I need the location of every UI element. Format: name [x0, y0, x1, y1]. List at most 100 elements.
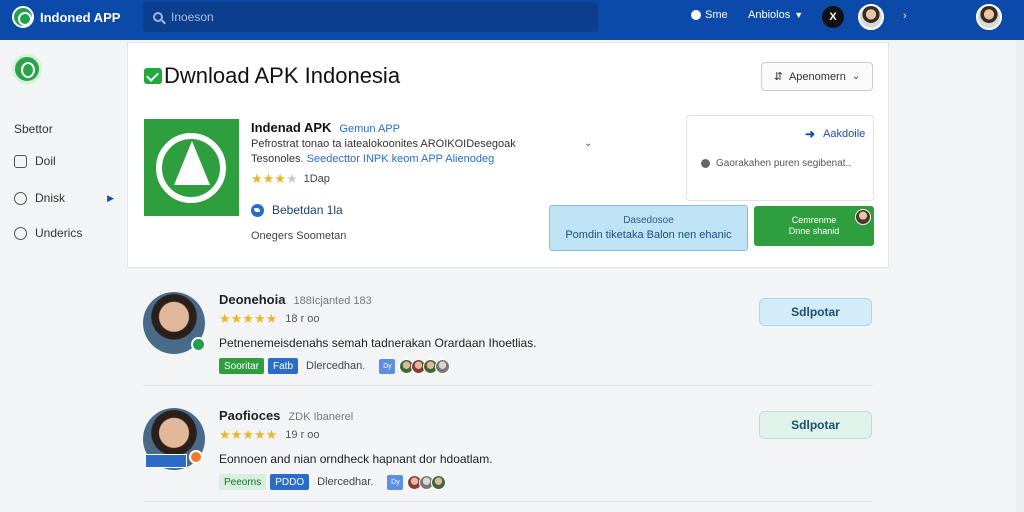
review-header: Deonehoia 188Icjanted 183 [219, 292, 372, 307]
review-tag[interactable]: Peeorns [219, 474, 267, 490]
avatar [431, 474, 447, 490]
sidebar-item-label: Dnisk [35, 191, 66, 205]
star-rating: ★★★★★ [219, 427, 278, 442]
search-icon [153, 12, 163, 22]
review-header: Paofioces ZDK Ibanerel [219, 408, 353, 423]
app-rating: ★★★★ 1Dap [251, 171, 330, 187]
avatar [855, 209, 871, 225]
primary-download-button[interactable]: Dasedosoe Pomdin tiketaka Balon nen ehan… [549, 205, 748, 251]
review-tag[interactable]: Sooritar [219, 358, 265, 374]
review-tag[interactable]: PDDO [270, 474, 310, 490]
sidebar-item-underics[interactable]: Underics [14, 224, 118, 242]
sliders-icon: ⇵ [773, 71, 783, 83]
sidebar-item-label: Doil [35, 154, 56, 168]
review-tag-text: Dlercedhan. [306, 360, 366, 372]
rating-text: 1Dap [303, 173, 330, 185]
caret-right-icon: ▶ [107, 192, 114, 203]
app-sub-prefix: Tesonoles. [251, 153, 304, 165]
x-social-button[interactable]: X [822, 6, 844, 28]
review-action-button[interactable]: Sdlpotar [759, 411, 872, 439]
app-tag[interactable]: Gemun APP [339, 123, 400, 135]
cta-line-2: Dnne shanid [788, 226, 840, 236]
app-header-card: Dwnload APK Indonesia ⇵ Apenomern ⌄ Inde… [127, 42, 889, 268]
sidebar-item-label: Underics [35, 226, 83, 240]
topbar-item-menu[interactable]: Anbiolos ▼ [748, 9, 803, 21]
badge: Dy [387, 474, 404, 490]
topbar-item-label: Anbiolos [748, 9, 791, 21]
app-title-row: Indenad APK Gemun APP [251, 120, 400, 135]
globe-icon [691, 10, 701, 20]
rating-text: 19 r oo [285, 429, 320, 441]
verified-icon [191, 337, 206, 352]
sort-label: Apenomern [788, 70, 846, 83]
topbar-item-sme[interactable]: Sme [691, 9, 728, 21]
app-icon[interactable] [144, 119, 239, 216]
scrollbar[interactable] [1016, 40, 1024, 512]
page-title: Dwnload APK Indonesia [144, 63, 400, 89]
review-tag-text: Dlercedhar. [317, 476, 374, 488]
chevron-right-icon[interactable]: › [903, 10, 907, 22]
review-item: Paofioces ZDK Ibanerel ★★★★★ 19 r oo Eon… [127, 390, 889, 502]
review-tags: Sooritar Fatb Dlercedhan. Dy [219, 358, 451, 374]
check-icon [144, 68, 162, 84]
liker-avatars[interactable] [399, 358, 451, 374]
cta-line-2: Pomdin tiketaka Balon nen ehanic [565, 229, 732, 241]
calendar-icon [14, 154, 27, 168]
review-meta: ZDK Ibanerel [288, 411, 354, 423]
review-text: Petnenemeisdenahs semah tadnerakan Orard… [219, 336, 537, 350]
app-sub-link[interactable]: Seedecttor INPK keom APP Alienodeg [307, 153, 495, 165]
review-text: Eonnoen and nian orndheck hapnant dor hd… [219, 452, 493, 466]
review-action-button[interactable]: Sdlpotar [759, 298, 872, 326]
review-rating: ★★★★★ 19 r oo [219, 427, 320, 443]
sidebar: Sbettor Doil Dnisk ▶ Underics [0, 40, 126, 512]
page-title-text: Dwnload APK Indonesia [164, 63, 401, 88]
sidebar-item-doil[interactable]: Doil [14, 152, 118, 170]
star-rating: ★★★★ [251, 171, 298, 186]
download-note: Gaorakahen puren segibenat.. [701, 158, 851, 169]
sort-button[interactable]: ⇵ Apenomern ⌄ [761, 62, 873, 91]
download-link-label: Aakdoile [823, 128, 866, 140]
profile-avatar[interactable] [976, 4, 1002, 30]
chevron-down-icon: ⌄ [851, 71, 861, 82]
badge: Dy [379, 358, 396, 374]
flag-badge-icon [145, 454, 187, 468]
review-tags: Peeorns PDDO Dlercedhar. Dy [219, 474, 447, 490]
cta-line-1: Dasedosoe [623, 215, 674, 226]
badge-icon [189, 450, 203, 464]
developer-row[interactable]: Bebetdan 1la [251, 203, 343, 217]
app-name: Indenad APK [251, 120, 332, 135]
review-list: Deonehoia 188Icjanted 183 ★★★★★ 18 r oo … [127, 274, 889, 512]
review-tag[interactable]: Fatb [268, 358, 299, 374]
rating-text: 18 r oo [285, 313, 320, 325]
download-panel: ➜ Aakdoile Gaorakahen puren segibenat.. [686, 115, 874, 201]
divider [143, 385, 873, 386]
user-avatar[interactable] [858, 4, 884, 30]
developer-subtitle: Onegers Soometan [251, 230, 347, 242]
reviewer-avatar[interactable] [143, 292, 206, 354]
app-logo-icon [12, 6, 34, 28]
reviewer-name[interactable]: Deonehoia [219, 292, 285, 307]
liker-avatars[interactable] [407, 474, 447, 490]
search-bar[interactable] [143, 2, 598, 32]
chevron-down-icon[interactable]: ⌄ [584, 138, 592, 149]
app-logo-icon[interactable] [12, 54, 42, 84]
app-subline: Tesonoles. Seedecttor INPK keom APP Alie… [251, 153, 494, 165]
download-link[interactable]: ➜ Aakdoile [805, 127, 865, 141]
chevron-down-icon: ▼ [794, 10, 804, 20]
secondary-download-button[interactable]: Cemrenme Dnne shanid [754, 206, 874, 246]
review-rating: ★★★★★ 18 r oo [219, 311, 320, 327]
sidebar-item-dnisk[interactable]: Dnisk ▶ [14, 189, 118, 207]
download-note-text: Gaorakahen puren segibenat.. [716, 158, 852, 169]
review-item: Deonehoia 188Icjanted 183 ★★★★★ 18 r oo … [127, 274, 889, 386]
brand-label: Indoned APP [40, 9, 121, 25]
brand[interactable]: Indoned APP [12, 6, 120, 28]
developer-name: Bebetdan 1la [272, 203, 343, 217]
reviewer-name[interactable]: Paofioces [219, 408, 280, 423]
reviewer-avatar[interactable] [143, 408, 205, 470]
sidebar-item-sbettor[interactable]: Sbettor [14, 120, 118, 138]
arrow-right-icon: ➜ [805, 127, 816, 141]
search-input[interactable] [171, 10, 571, 24]
app-icon-triangle [174, 141, 210, 185]
developer-icon [251, 203, 264, 217]
top-bar: Indoned APP Sme Anbiolos ▼ X › [0, 0, 1024, 40]
